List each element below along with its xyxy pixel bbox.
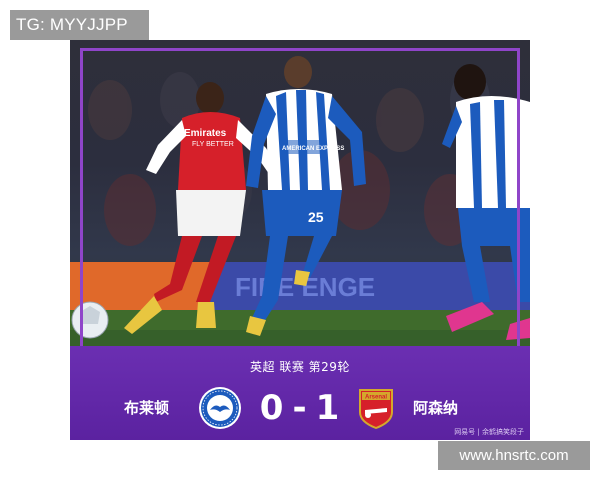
scoreline: 0-1 [253, 388, 347, 428]
svg-text:Arsenal: Arsenal [365, 395, 387, 401]
frame-top [80, 48, 520, 51]
frame-right [517, 48, 520, 346]
football-icon [71, 301, 109, 339]
away-score: 1 [315, 388, 341, 428]
score-separator: - [292, 388, 308, 428]
sponsor-home-line1: Emirates [184, 128, 227, 139]
match-photo-illustration: FIRE ENGE Emirates FLY BETTER AMERICAN E… [70, 56, 530, 346]
match-photo: FIRE ENGE Emirates FLY BETTER AMERICAN E… [70, 40, 530, 346]
source-credit: 网易号 | 余鹤搞笑段子 [454, 428, 524, 436]
home-score: 0 [259, 388, 285, 428]
sponsor-away: AMERICAN EXPRESS [282, 146, 344, 152]
home-team-name: 布莱顿 [124, 399, 170, 417]
player-number: 25 [308, 209, 324, 225]
arsenal-crest-icon: Arsenal [354, 386, 398, 430]
watermark-top: TG: MYYJJPP [10, 10, 149, 40]
brighton-crest-icon [198, 386, 242, 430]
frame-left [80, 48, 83, 346]
competition-label: 英超 联赛 第29轮 [250, 360, 350, 374]
score-panel: 英超 联赛 第29轮 布莱顿 0-1 Arsenal 阿森纳 网易号 | 余鹤搞… [70, 346, 530, 440]
away-team-name: 阿森纳 [413, 399, 459, 417]
match-card: FIRE ENGE Emirates FLY BETTER AMERICAN E… [70, 40, 530, 440]
sponsor-home-line2: FLY BETTER [192, 141, 234, 148]
watermark-bottom: www.hnsrtc.com [438, 441, 590, 470]
